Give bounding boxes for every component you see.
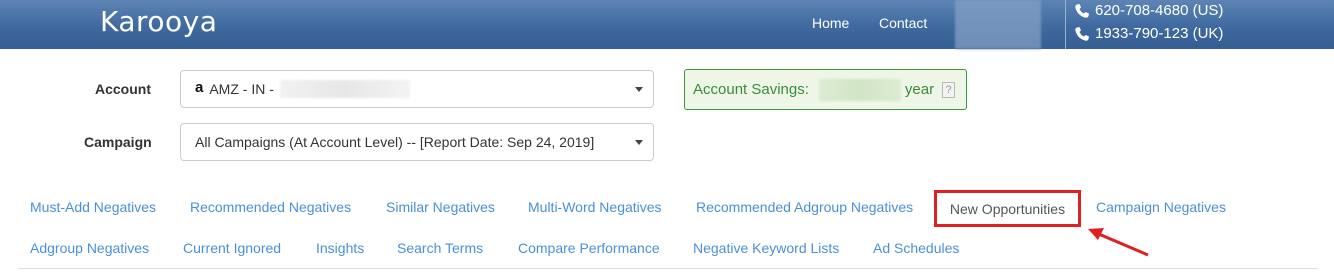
tab-recommended-adgroup-negatives[interactable]: Recommended Adgroup Negatives (696, 199, 913, 215)
annotation-arrow (1088, 228, 1149, 257)
phone-icon (1075, 3, 1089, 18)
chevron-down-icon (635, 140, 643, 145)
brand-logo[interactable]: Karooya (100, 5, 217, 38)
tab-must-add-negatives[interactable]: Must-Add Negatives (30, 199, 156, 215)
chevron-down-icon (635, 87, 643, 92)
phone-icon (1075, 26, 1089, 41)
savings-suffix: year (904, 81, 935, 98)
divider (18, 268, 1318, 269)
campaign-select[interactable]: All Campaigns (At Account Level) -- [Rep… (180, 123, 654, 161)
tab-similar-negatives[interactable]: Similar Negatives (386, 199, 495, 215)
campaign-select-value: All Campaigns (At Account Level) -- [Rep… (195, 134, 595, 150)
tab-multi-word-negatives[interactable]: Multi-Word Negatives (528, 199, 662, 215)
account-savings-box: Account Savings: year ? (684, 69, 967, 110)
account-select[interactable]: a AMZ - IN - (180, 70, 654, 108)
top-navbar: Karooya Home Contact 620-708-4680 (US) 1… (0, 0, 1334, 49)
tab-negative-keyword-lists[interactable]: Negative Keyword Lists (693, 240, 839, 256)
tab-insights[interactable]: Insights (316, 240, 364, 256)
phone-us: 620-708-4680 (US) (1074, 2, 1223, 19)
nav-home-link[interactable]: Home (812, 15, 849, 31)
tab-compare-performance[interactable]: Compare Performance (518, 240, 660, 256)
phone-us-number: 620-708-4680 (US) (1095, 2, 1224, 19)
phone-uk-number: 1933-790-123 (UK) (1095, 25, 1224, 42)
nav-contact-link[interactable]: Contact (879, 15, 927, 31)
help-icon[interactable]: ? (942, 81, 956, 98)
redacted-account-name (279, 80, 410, 98)
account-label: Account (95, 81, 151, 97)
tab-ad-schedules[interactable]: Ad Schedules (873, 240, 959, 256)
phone-panel: 620-708-4680 (US) 1933-790-123 (UK) (1065, 0, 1334, 49)
redacted-user-area (955, 0, 1041, 49)
account-select-value: AMZ - IN - (209, 81, 274, 97)
tab-recommended-negatives[interactable]: Recommended Negatives (190, 199, 351, 215)
savings-label: Account Savings: (693, 81, 809, 98)
phone-uk: 1933-790-123 (UK) (1074, 25, 1223, 42)
tab-campaign-negatives[interactable]: Campaign Negatives (1096, 199, 1226, 215)
tab-new-opportunities[interactable]: New Opportunities (934, 190, 1081, 227)
redacted-savings-amount (818, 78, 901, 101)
amazon-icon: a (195, 78, 204, 96)
tab-adgroup-negatives[interactable]: Adgroup Negatives (30, 240, 149, 256)
tab-search-terms[interactable]: Search Terms (397, 240, 483, 256)
campaign-label: Campaign (84, 134, 152, 150)
tab-current-ignored[interactable]: Current Ignored (183, 240, 281, 256)
